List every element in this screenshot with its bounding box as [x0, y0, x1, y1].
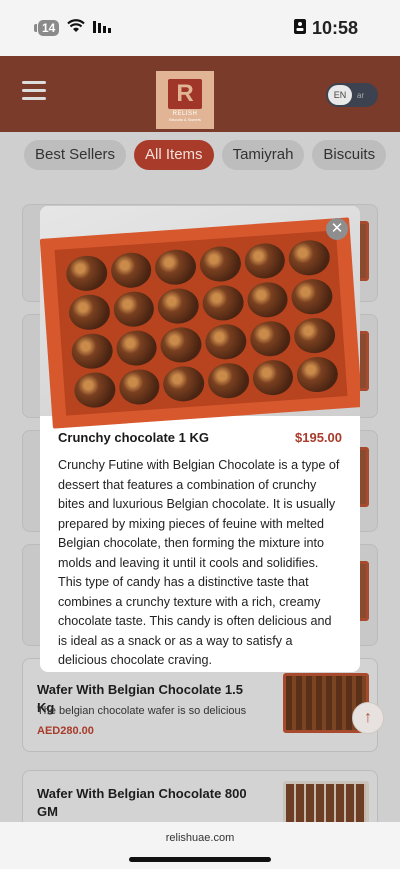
clock: 10:58 — [311, 17, 358, 38]
logo[interactable]: R RELISH Biscuits & Sweets — [156, 71, 214, 129]
battery-badge: 14 — [33, 20, 60, 36]
category-tabs: Best Sellers All Items Tamiyrah Biscuits — [0, 132, 400, 178]
lang-en-option[interactable]: EN — [328, 85, 352, 105]
product-description: The belgian chocolate wafer is so delici… — [37, 705, 247, 717]
status-left: 14 — [33, 18, 113, 38]
language-toggle[interactable]: EN ar — [326, 83, 378, 107]
modal-product-description: Crunchy Futine with Belgian Chocolate is… — [58, 458, 340, 667]
lang-ar-option[interactable]: ar — [357, 91, 364, 100]
product-card[interactable]: Wafer With Belgian Chocolate 1.5 Kg The … — [22, 658, 378, 752]
app-header: R RELISH Biscuits & Sweets EN ar — [0, 56, 400, 132]
home-indicator[interactable] — [129, 857, 271, 862]
tab-biscuits[interactable]: Biscuits — [312, 140, 387, 170]
sim-icon — [293, 18, 306, 39]
status-right: 10:58 — [293, 17, 358, 39]
signal-icon — [93, 19, 113, 38]
close-icon[interactable]: ✕ — [326, 218, 348, 240]
browser-url-bar[interactable]: relishuae.com — [0, 822, 400, 869]
modal-product-price: $195.00 — [295, 430, 342, 445]
wifi-icon — [67, 18, 86, 38]
menu-icon[interactable] — [22, 81, 46, 101]
tab-best-sellers[interactable]: Best Sellers — [24, 140, 127, 170]
chocolate-tray-image — [40, 217, 360, 429]
tab-all-items[interactable]: All Items — [134, 140, 214, 170]
status-bar: 14 10:58 — [0, 0, 400, 56]
modal-product-title: Crunchy chocolate 1 KG — [58, 430, 209, 445]
tab-tamiyrah[interactable]: Tamiyrah — [221, 140, 305, 170]
product-image — [40, 206, 360, 429]
product-detail-modal: ✕ Crunchy chocolate 1 KG $195.00 Crunchy… — [40, 206, 360, 672]
product-title: Wafer With Belgian Chocolate 800 GM — [37, 786, 247, 819]
logo-subtext: Biscuits & Sweets — [169, 116, 201, 122]
logo-mark-icon: R — [168, 78, 202, 109]
product-price: AED280.00 — [37, 725, 94, 737]
url-text[interactable]: relishuae.com — [0, 832, 400, 844]
scroll-to-top-button[interactable]: ↑ — [352, 702, 384, 734]
